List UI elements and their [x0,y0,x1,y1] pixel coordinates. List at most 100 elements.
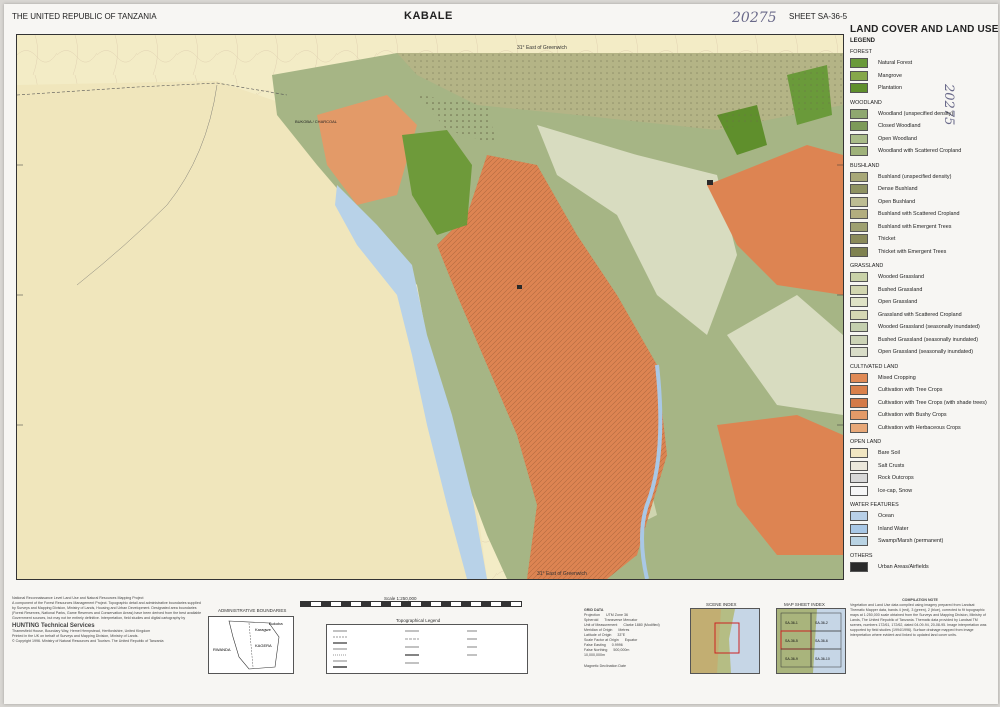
land-cover-map: 31° East of Greenwich 31° East of Greenw… [17,35,843,579]
grid-data-key: False Easting [584,643,606,647]
legend-section-title: CULTIVATED LAND [850,363,899,370]
legend-item: Swamp/Marsh (permanent) [850,535,1000,548]
legend-swatch [850,334,868,345]
legend-item: Thicket [850,233,1000,246]
legend-item: Grassland with Scattered Cropland [850,309,1000,322]
legend-swatch [850,561,868,572]
legend-section-title: OTHERS [850,552,873,559]
compilation-text: Vegetation and Land Use data compiled us… [850,603,987,637]
legend-section-title: FOREST [850,49,872,55]
map-title: KABALE [404,10,453,22]
legend-swatch [850,171,868,182]
legend-swatch [850,58,868,69]
legend-item-label: Mixed Cropping [878,374,916,381]
legend-item-label: Urban Areas/Airfields [878,563,929,570]
legend-section-title: GRASSLAND [850,263,884,269]
legend-item: Open Bushland [850,196,1000,209]
legend-item: Dense Bushland [850,183,1000,196]
legend-section-title: OPEN LAND [850,439,882,445]
legend-swatch [850,209,868,220]
legend-swatch [850,372,868,383]
legend-item-label: Rock Outcrops [878,475,914,482]
grid-data-value: Metres [618,628,630,632]
legend-item: Bushed Grassland [850,284,1000,297]
grid-data-value: 500,000m [613,648,630,652]
legend-section-title: WOODLAND [850,99,882,106]
grid-data-extra-value: 10,000,000m [584,653,605,657]
legend-item: Bushland with Scattered Cropland [850,208,1000,221]
legend-item: Mixed Cropping [850,372,1000,385]
legend-item-label: Natural Forest [878,60,913,67]
legend-item-label: Plantation [878,85,902,92]
scale-bar [300,601,522,607]
admin-boundaries-map: RWANDA Karagwe KAGERA Bukoba [208,616,294,674]
legend-swatch [850,234,868,245]
legend-item-label: Wooded Grassland [878,274,925,281]
legend-item: Cultivation with Herbaceous Crops [850,422,1000,435]
top-meridian-label: 31° East of Greenwich [517,45,567,51]
admin-label-karagwe: Karagwe [255,627,272,632]
legend-item-label: Grassland with Scattered Cropland [878,311,962,318]
legend-item: Bare Soil [850,447,1000,460]
scene-index-map [690,608,760,674]
legend-swatch [850,523,868,534]
legend-item: Thicket with Emergent Trees [850,246,1000,259]
legend-swatch [850,246,868,257]
legend-swatch [850,309,868,320]
scene-index-svg [691,609,759,673]
legend-item-label: Bushed Grassland [878,286,923,293]
legend-item-label: Cultivation with Herbaceous Crops [878,424,961,431]
legend-swatch [850,385,868,396]
handwritten-number-top: 20275 [732,10,777,26]
legend-item-label: Cultivation with Bushy Crops [878,412,947,419]
grid-data-value: Transverse Mercator [604,618,638,622]
credits-text: A component of the Forest Resources Mana… [12,601,202,620]
legend-item-label: Salt Crusts [878,462,905,469]
legend-swatch [850,448,868,459]
legend-item: Open Grassland (seasonally inundated) [850,346,1000,359]
legend-item-label: Woodland with Scattered Cropland [878,148,962,155]
map-sheet-index-title: MAP SHEET INDEX [784,602,825,607]
grid-data-value: UTM Zone 36 [605,613,628,617]
legend-item-label: Thicket with Emergent Trees [878,248,947,255]
magnetic-note: Magnetic Declination Date [584,664,626,668]
legend-item-label: Woodland (unspecified density) [878,110,954,117]
legend-item: Bushland with Emergent Trees [850,221,1000,234]
legend-item: Wooded Grassland (seasonally inundated) [850,321,1000,334]
map-sheet-index-map: SA-36-1 SA-36-2 SA-36-5 SA-36-6 SA-36-9 … [776,608,846,674]
legend-swatch [850,536,868,547]
legend-item: Ocean [850,510,1000,523]
compilation-note-block: COMPILATION NOTE Vegetation and Land Use… [850,598,990,638]
map-frame: 31° East of Greenwich 31° East of Greenw… [16,34,844,580]
grid-data-value: Equator [624,638,638,642]
legend-swatch [850,121,868,132]
legend-item: Wooded Grassland [850,271,1000,284]
legend-item-label: Open Grassland [878,299,918,306]
legend-section-title: BUSHLAND [850,162,880,169]
legend-body: FOREST Natural Forest Mangrove Plantation WO… [850,49,1000,573]
legend-swatch [850,485,868,496]
legend-swatch [850,347,868,358]
legend-item-label: Dense Bushland [878,186,918,193]
legend-item: Mangrove [850,70,1000,83]
copyright: © Copyright 1996. Ministry of Natural Re… [12,639,164,643]
admin-label-kagera: KAGERA [255,643,272,648]
sheet-cell-2: SA-36-2 [815,621,828,625]
legend-swatch [850,297,868,308]
admin-label-rwanda: RWANDA [213,647,231,652]
legend-title: LAND COVER AND LAND USE [850,24,999,35]
legend-item-label: Bushland with Scattered Cropland [878,211,960,218]
grid-data-key: Spheroid [584,618,599,622]
legend-item-label: Closed Woodland [878,123,921,130]
legend-item: Cultivation with Tree Crops [850,384,1000,397]
legend-item-label: Wooded Grassland (seasonally inundated) [878,324,980,331]
legend-swatch [850,108,868,119]
grid-data-value: Clarke 1880 (Modified) [623,623,660,627]
legend-item: Plantation [850,82,1000,95]
legend-item-label: Thicket [878,236,896,243]
grid-rows: Projection UTM Zone 36 Spheroid Transverse … [584,613,684,658]
legend-item-label: Bare Soil [878,450,900,457]
legend-swatch [850,473,868,484]
legend-item: Salt Crusts [850,460,1000,473]
country-title: THE UNITED REPUBLIC OF TANZANIA [12,12,157,21]
